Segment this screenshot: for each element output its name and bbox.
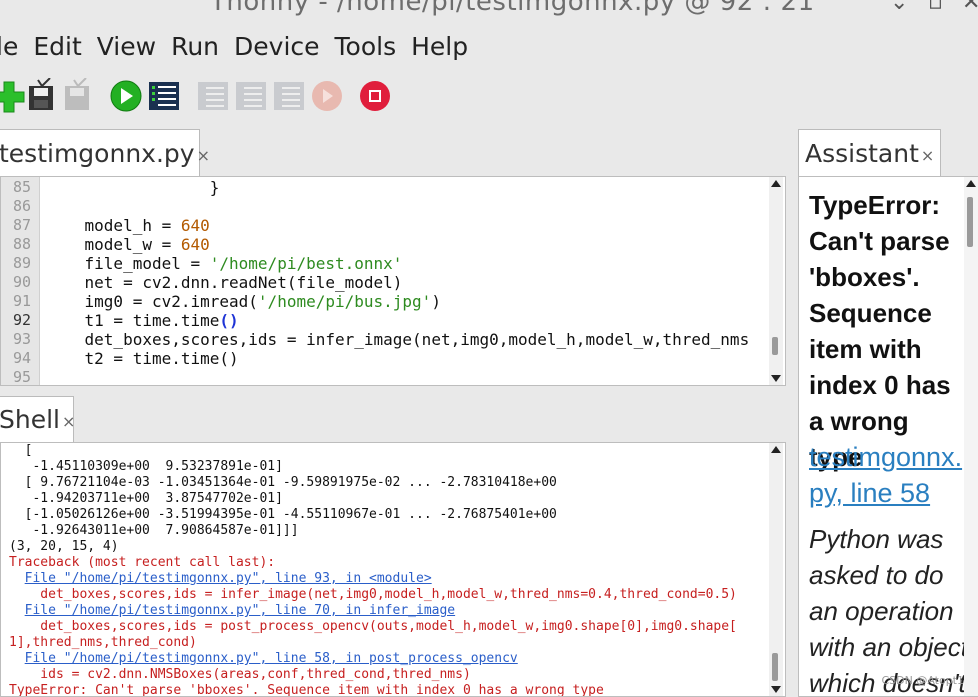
scroll-up-icon[interactable]: [771, 446, 781, 453]
traceback-link[interactable]: File "/home/pi/testimgonnx.py", line 93,…: [9, 571, 432, 587]
menu-bar: le Edit View Run Device Tools Help: [0, 32, 483, 68]
menu-tools[interactable]: Tools: [335, 32, 397, 68]
shell-line: [-1.05026126e+00 -3.51994395e-01 -4.5511…: [9, 507, 557, 522]
new-file-icon[interactable]: [0, 78, 26, 114]
shell-tab-label: Shell: [0, 405, 60, 434]
shell-line: -1.45110309e+00 9.53237891e-01]: [9, 459, 283, 474]
line-number: 86: [12, 197, 31, 215]
code-line: file_model = '/home/pi/best.onnx': [46, 254, 403, 273]
menu-edit[interactable]: Edit: [33, 32, 81, 68]
tab-shell[interactable]: Shell ×: [0, 396, 75, 443]
line-number: 90: [12, 273, 31, 291]
menu-view[interactable]: View: [97, 32, 156, 68]
save-as-icon[interactable]: [62, 78, 96, 114]
editor-scrollbar[interactable]: [769, 177, 783, 385]
menu-help[interactable]: Help: [411, 32, 468, 68]
close-assistant-tab-icon[interactable]: ×: [921, 146, 934, 165]
title-bar: Thonny - /home/pi/testimgonnx.py @ 92 : …: [0, 0, 978, 20]
shell-line: Traceback (most recent call last):: [9, 555, 276, 570]
window-title: Thonny - /home/pi/testimgonnx.py @ 92 : …: [210, 0, 815, 17]
menu-run[interactable]: Run: [171, 32, 219, 68]
minimize-icon[interactable]: ⌄: [890, 0, 908, 15]
stop-icon[interactable]: [358, 78, 392, 114]
line-number: 94: [12, 349, 31, 367]
assistant-panel: TypeError: Can't parse 'bboxes'. Sequenc…: [798, 176, 978, 697]
tab-assistant[interactable]: Assistant ×: [798, 129, 941, 177]
line-number: 88: [12, 235, 31, 253]
assistant-error-title: TypeError: Can't parse 'bboxes'. Sequenc…: [809, 190, 951, 472]
shell-scrollbar[interactable]: [769, 443, 783, 696]
line-number: 85: [12, 178, 31, 196]
line-number: 89: [12, 254, 31, 272]
shell-line: ids = cv2.dnn.NMSBoxes(areas,conf,thred_…: [9, 667, 471, 682]
code-line: }: [46, 178, 220, 197]
debug-icon[interactable]: [147, 78, 181, 114]
traceback-link[interactable]: File "/home/pi/testimgonnx.py", line 58,…: [9, 651, 518, 667]
assistant-description: Python was asked to do an operation with…: [809, 524, 968, 697]
assistant-tab-label: Assistant: [805, 139, 919, 168]
scroll-down-icon[interactable]: [771, 686, 781, 693]
shell-panel[interactable]: [ -1.45110309e+00 9.53237891e-01] [ 9.76…: [0, 442, 786, 697]
assistant-scrollbar[interactable]: [964, 177, 978, 696]
code-line: det_boxes,scores,ids = infer_image(net,i…: [46, 330, 750, 349]
step-over-icon[interactable]: [196, 78, 230, 114]
editor-scroll-thumb[interactable]: [772, 337, 778, 355]
close-shell-tab-icon[interactable]: ×: [62, 412, 75, 431]
line-number: 92: [12, 311, 31, 329]
save-icon[interactable]: [26, 78, 60, 114]
close-window-icon[interactable]: ✕: [962, 0, 978, 15]
close-tab-icon[interactable]: ×: [197, 146, 210, 165]
scroll-down-icon[interactable]: [771, 375, 781, 382]
maximize-icon[interactable]: ▫: [928, 0, 943, 15]
code-line: t2 = time.time(): [46, 349, 239, 368]
tab-editor-file[interactable]: testimgonnx.py ×: [0, 129, 210, 177]
editor-tab-label: testimgonnx.py: [0, 139, 195, 168]
line-number: 87: [12, 216, 31, 234]
code-editor[interactable]: 85 86 87 88 89 90 91 92 93 94 95 } model_h = 640 m…: [0, 176, 786, 386]
scroll-up-icon[interactable]: [966, 180, 976, 187]
traceback-link[interactable]: File "/home/pi/testimgonnx.py", line 70,…: [9, 603, 455, 619]
code-line: t1 = time.time(): [46, 311, 239, 330]
resume-icon[interactable]: [310, 78, 344, 114]
shell-line: det_boxes,scores,ids = infer_image(net,i…: [9, 587, 737, 602]
shell-line: 1],thred_nms,thred_cond): [9, 635, 197, 650]
menu-file[interactable]: le: [0, 32, 18, 68]
shell-scroll-thumb[interactable]: [772, 653, 778, 681]
shell-line: -1.92643011e+00 7.90864587e-01]]]: [9, 523, 299, 538]
shell-line: (3, 20, 15, 4): [9, 539, 119, 554]
menu-device[interactable]: Device: [234, 32, 320, 68]
assistant-error-link[interactable]: testimgonnx.py, line 58: [809, 439, 969, 511]
shell-line: det_boxes,scores,ids = post_process_open…: [9, 619, 737, 634]
run-icon[interactable]: [109, 78, 143, 114]
assistant-scroll-thumb[interactable]: [967, 197, 973, 247]
step-out-icon[interactable]: [272, 78, 306, 114]
step-into-icon[interactable]: [234, 78, 268, 114]
shell-line: [: [9, 443, 33, 458]
scroll-up-icon[interactable]: [771, 180, 781, 187]
watermark: CSDN @Atopt1: [881, 674, 964, 687]
line-number: 93: [12, 330, 31, 348]
line-number: 95: [12, 368, 31, 386]
line-number-gutter: 85 86 87 88 89 90 91 92 93 94 95: [1, 177, 40, 385]
toolbar: [0, 78, 978, 118]
shell-line: TypeError: Can't parse 'bboxes'. Sequenc…: [9, 683, 604, 697]
shell-line: [ 9.76721104e-03 -1.03451364e-01 -9.5989…: [9, 475, 557, 490]
code-line: model_h = 640: [46, 216, 210, 235]
shell-line: -1.94203711e+00 3.87547702e-01]: [9, 491, 283, 506]
code-line: net = cv2.dnn.readNet(file_model): [46, 273, 403, 292]
code-line: model_w = 640: [46, 235, 210, 254]
code-line: img0 = cv2.imread('/home/pi/bus.jpg'): [46, 292, 441, 311]
line-number: 91: [12, 292, 31, 310]
